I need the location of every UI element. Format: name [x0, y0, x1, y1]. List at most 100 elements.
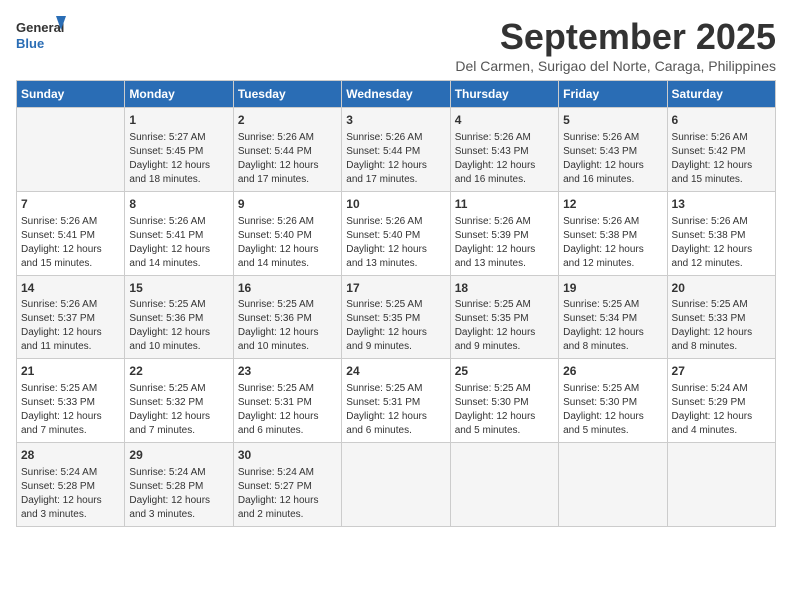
cell-content: Sunrise: 5:25 AM Sunset: 5:30 PM Dayligh… — [455, 382, 554, 438]
cell-content: Sunrise: 5:26 AM Sunset: 5:43 PM Dayligh… — [563, 131, 662, 187]
calendar-cell: 17Sunrise: 5:25 AM Sunset: 5:35 PM Dayli… — [342, 275, 450, 359]
day-number: 3 — [346, 112, 445, 129]
cell-content: Sunrise: 5:25 AM Sunset: 5:35 PM Dayligh… — [455, 298, 554, 354]
day-number: 4 — [455, 112, 554, 129]
cell-content: Sunrise: 5:26 AM Sunset: 5:37 PM Dayligh… — [21, 298, 120, 354]
calendar-cell: 19Sunrise: 5:25 AM Sunset: 5:34 PM Dayli… — [559, 275, 667, 359]
cell-content: Sunrise: 5:26 AM Sunset: 5:39 PM Dayligh… — [455, 215, 554, 271]
col-header-thursday: Thursday — [450, 81, 558, 108]
cell-content: Sunrise: 5:26 AM Sunset: 5:41 PM Dayligh… — [21, 215, 120, 271]
calendar-cell: 16Sunrise: 5:25 AM Sunset: 5:36 PM Dayli… — [233, 275, 341, 359]
day-number: 7 — [21, 196, 120, 213]
cell-content: Sunrise: 5:25 AM Sunset: 5:33 PM Dayligh… — [672, 298, 771, 354]
day-number: 25 — [455, 363, 554, 380]
calendar-cell — [667, 443, 775, 527]
calendar-cell: 7 Sunrise: 5:26 AM Sunset: 5:41 PM Daylig… — [17, 191, 125, 275]
col-header-saturday: Saturday — [667, 81, 775, 108]
calendar-cell: 10 Sunrise: 5:26 AM Sunset: 5:40 PM Dayli… — [342, 191, 450, 275]
calendar-table: SundayMondayTuesdayWednesdayThursdayFrid… — [16, 80, 776, 527]
day-number: 19 — [563, 280, 662, 297]
day-number: 14 — [21, 280, 120, 297]
calendar-cell: 8Sunrise: 5:26 AM Sunset: 5:41 PM Daylig… — [125, 191, 233, 275]
calendar-cell — [559, 443, 667, 527]
cell-content: Sunrise: 5:25 AM Sunset: 5:30 PM Dayligh… — [563, 382, 662, 438]
calendar-cell: 5 Sunrise: 5:26 AM Sunset: 5:43 PM Daylig… — [559, 108, 667, 192]
calendar-cell — [342, 443, 450, 527]
cell-content: Sunrise: 5:25 AM Sunset: 5:32 PM Dayligh… — [129, 382, 228, 438]
day-number: 20 — [672, 280, 771, 297]
title-area: September 2025 Del Carmen, Surigao del N… — [455, 16, 776, 74]
day-number: 8 — [129, 196, 228, 213]
day-number: 2 — [238, 112, 337, 129]
cell-content: Sunrise: 5:25 AM Sunset: 5:33 PM Dayligh… — [21, 382, 120, 438]
day-number: 27 — [672, 363, 771, 380]
calendar-cell: 26 Sunrise: 5:25 AM Sunset: 5:30 PM Dayli… — [559, 359, 667, 443]
calendar-cell: 27 Sunrise: 5:24 AM Sunset: 5:29 PM Dayli… — [667, 359, 775, 443]
logo: General Blue — [16, 16, 66, 60]
calendar-cell: 23 Sunrise: 5:25 AM Sunset: 5:31 PM Dayli… — [233, 359, 341, 443]
calendar-cell: 6Sunrise: 5:26 AM Sunset: 5:42 PM Daylig… — [667, 108, 775, 192]
day-number: 5 — [563, 112, 662, 129]
svg-text:Blue: Blue — [16, 36, 44, 51]
cell-content: Sunrise: 5:26 AM Sunset: 5:44 PM Dayligh… — [238, 131, 337, 187]
cell-content: Sunrise: 5:26 AM Sunset: 5:38 PM Dayligh… — [563, 215, 662, 271]
calendar-cell: 28 Sunrise: 5:24 AM Sunset: 5:28 PM Dayli… — [17, 443, 125, 527]
day-number: 11 — [455, 196, 554, 213]
location-title: Del Carmen, Surigao del Norte, Caraga, P… — [455, 58, 776, 74]
day-number: 9 — [238, 196, 337, 213]
calendar-cell: 15Sunrise: 5:25 AM Sunset: 5:36 PM Dayli… — [125, 275, 233, 359]
calendar-cell: 4 Sunrise: 5:26 AM Sunset: 5:43 PM Daylig… — [450, 108, 558, 192]
cell-content: Sunrise: 5:26 AM Sunset: 5:43 PM Dayligh… — [455, 131, 554, 187]
cell-content: Sunrise: 5:26 AM Sunset: 5:40 PM Dayligh… — [346, 215, 445, 271]
calendar-cell: 20Sunrise: 5:25 AM Sunset: 5:33 PM Dayli… — [667, 275, 775, 359]
week-row-1: 1 Sunrise: 5:27 AM Sunset: 5:45 PM Daylig… — [17, 108, 776, 192]
day-number: 29 — [129, 447, 228, 464]
header: General Blue September 2025 Del Carmen, … — [16, 16, 776, 74]
day-number: 21 — [21, 363, 120, 380]
day-number: 17 — [346, 280, 445, 297]
cell-content: Sunrise: 5:27 AM Sunset: 5:45 PM Dayligh… — [129, 131, 228, 187]
calendar-cell: 12 Sunrise: 5:26 AM Sunset: 5:38 PM Dayli… — [559, 191, 667, 275]
day-number: 28 — [21, 447, 120, 464]
cell-content: Sunrise: 5:26 AM Sunset: 5:44 PM Dayligh… — [346, 131, 445, 187]
calendar-cell: 14Sunrise: 5:26 AM Sunset: 5:37 PM Dayli… — [17, 275, 125, 359]
calendar-cell: 18Sunrise: 5:25 AM Sunset: 5:35 PM Dayli… — [450, 275, 558, 359]
day-number: 26 — [563, 363, 662, 380]
cell-content: Sunrise: 5:25 AM Sunset: 5:34 PM Dayligh… — [563, 298, 662, 354]
day-number: 30 — [238, 447, 337, 464]
day-number: 1 — [129, 112, 228, 129]
day-number: 10 — [346, 196, 445, 213]
day-number: 16 — [238, 280, 337, 297]
col-header-tuesday: Tuesday — [233, 81, 341, 108]
cell-content: Sunrise: 5:26 AM Sunset: 5:38 PM Dayligh… — [672, 215, 771, 271]
week-row-4: 21 Sunrise: 5:25 AM Sunset: 5:33 PM Dayli… — [17, 359, 776, 443]
day-number: 6 — [672, 112, 771, 129]
header-row: SundayMondayTuesdayWednesdayThursdayFrid… — [17, 81, 776, 108]
col-header-sunday: Sunday — [17, 81, 125, 108]
calendar-cell: 11 Sunrise: 5:26 AM Sunset: 5:39 PM Dayli… — [450, 191, 558, 275]
day-number: 12 — [563, 196, 662, 213]
col-header-wednesday: Wednesday — [342, 81, 450, 108]
cell-content: Sunrise: 5:24 AM Sunset: 5:28 PM Dayligh… — [129, 466, 228, 522]
calendar-cell: 24Sunrise: 5:25 AM Sunset: 5:31 PM Dayli… — [342, 359, 450, 443]
calendar-cell: 22Sunrise: 5:25 AM Sunset: 5:32 PM Dayli… — [125, 359, 233, 443]
calendar-cell: 3 Sunrise: 5:26 AM Sunset: 5:44 PM Daylig… — [342, 108, 450, 192]
calendar-cell: 2 Sunrise: 5:26 AM Sunset: 5:44 PM Daylig… — [233, 108, 341, 192]
svg-text:General: General — [16, 20, 64, 35]
calendar-cell: 30Sunrise: 5:24 AM Sunset: 5:27 PM Dayli… — [233, 443, 341, 527]
calendar-cell — [17, 108, 125, 192]
calendar-cell: 9 Sunrise: 5:26 AM Sunset: 5:40 PM Daylig… — [233, 191, 341, 275]
calendar-cell — [450, 443, 558, 527]
calendar-cell: 29 Sunrise: 5:24 AM Sunset: 5:28 PM Dayli… — [125, 443, 233, 527]
day-number: 24 — [346, 363, 445, 380]
cell-content: Sunrise: 5:26 AM Sunset: 5:40 PM Dayligh… — [238, 215, 337, 271]
day-number: 15 — [129, 280, 228, 297]
cell-content: Sunrise: 5:25 AM Sunset: 5:36 PM Dayligh… — [129, 298, 228, 354]
cell-content: Sunrise: 5:24 AM Sunset: 5:28 PM Dayligh… — [21, 466, 120, 522]
day-number: 23 — [238, 363, 337, 380]
cell-content: Sunrise: 5:25 AM Sunset: 5:31 PM Dayligh… — [238, 382, 337, 438]
day-number: 13 — [672, 196, 771, 213]
cell-content: Sunrise: 5:24 AM Sunset: 5:29 PM Dayligh… — [672, 382, 771, 438]
week-row-3: 14Sunrise: 5:26 AM Sunset: 5:37 PM Dayli… — [17, 275, 776, 359]
logo-svg: General Blue — [16, 16, 66, 60]
